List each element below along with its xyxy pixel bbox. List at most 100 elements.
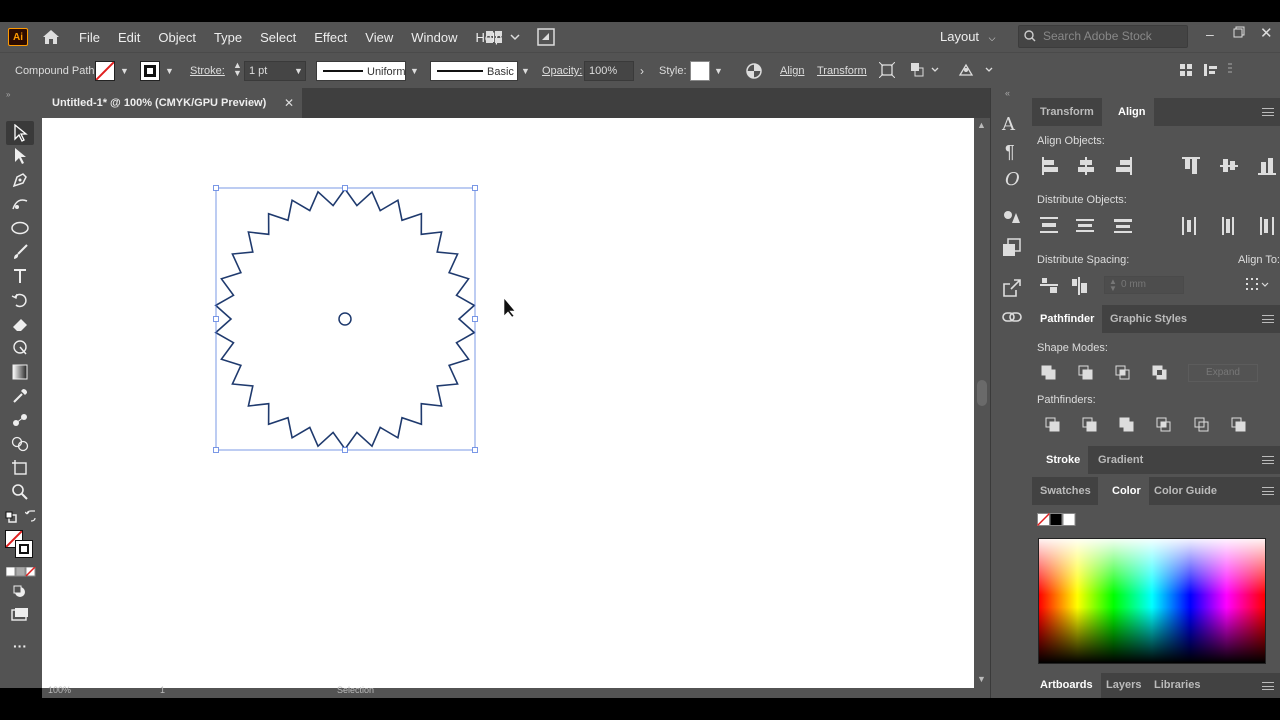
panel-menu-icon[interactable] (1262, 456, 1274, 464)
workspace-switcher[interactable]: Layout ⌵ (940, 29, 996, 44)
menu-window[interactable]: Window (402, 30, 466, 45)
type-tool-icon[interactable] (9, 266, 31, 286)
asset-export-icon[interactable] (1002, 238, 1022, 261)
blend-tool-icon[interactable] (9, 410, 31, 430)
zoom-level[interactable]: 100% (48, 685, 71, 695)
default-fill-stroke-icon[interactable] (5, 511, 17, 526)
chevron-right-icon[interactable]: › (640, 64, 644, 78)
minimize-icon[interactable]: – (1206, 26, 1214, 42)
export-icon[interactable] (1002, 278, 1022, 301)
tab-layers[interactable]: Layers (1098, 673, 1149, 698)
tab-pathfinder[interactable]: Pathfinder (1032, 305, 1103, 333)
graphic-style-swatch[interactable] (690, 61, 710, 81)
gradient-tool-icon[interactable] (9, 362, 31, 382)
panel-menu-icon[interactable] (1262, 315, 1274, 323)
tab-transform[interactable]: Transform (1032, 98, 1102, 126)
chevron-down-icon[interactable]: ▼ (714, 66, 723, 76)
eyedropper-tool-icon[interactable] (9, 386, 31, 406)
home-icon[interactable] (40, 27, 62, 47)
stroke-label[interactable]: Stroke: (190, 65, 225, 77)
scroll-up-icon[interactable]: ▲ (977, 120, 986, 130)
tab-color-guide[interactable]: Color Guide (1146, 477, 1225, 505)
chevron-down-icon[interactable]: ▼ (165, 66, 174, 76)
menu-select[interactable]: Select (251, 30, 305, 45)
brush-definition[interactable]: Basic (430, 61, 518, 81)
starburst-shape[interactable] (214, 187, 476, 451)
pen-tool-icon[interactable] (9, 170, 31, 190)
drawing-mode-icon[interactable] (9, 582, 31, 602)
selection-tool-icon[interactable] (6, 121, 34, 145)
stroke-swatch[interactable] (140, 61, 160, 81)
selection-handles[interactable] (213, 185, 478, 453)
expand-panels-icon[interactable]: « (1005, 88, 1010, 98)
links-panel-icon[interactable] (1002, 310, 1022, 327)
close-icon[interactable]: ✕ (284, 88, 294, 118)
opacity-label[interactable]: Opacity: (542, 65, 582, 77)
tab-artboards[interactable]: Artboards (1032, 673, 1101, 698)
vertical-scrollbar[interactable]: ▲ ▼ (974, 118, 990, 688)
color-spectrum[interactable] (1038, 538, 1266, 664)
tab-color[interactable]: Color (1098, 477, 1149, 505)
chevron-down-icon[interactable]: ▼ (120, 66, 129, 76)
opacity-field[interactable]: 100% (584, 61, 634, 81)
swap-fill-stroke-icon[interactable] (24, 510, 37, 525)
tab-libraries[interactable]: Libraries (1146, 673, 1208, 698)
distribute-objects-buttons[interactable] (1038, 215, 1278, 237)
chevron-down-icon[interactable]: ▼ (410, 66, 419, 76)
symbols-panel-icon[interactable] (1002, 208, 1022, 231)
stock-search-input[interactable]: Search Adobe Stock (1018, 25, 1188, 48)
menu-view[interactable]: View (356, 30, 402, 45)
restore-icon[interactable] (1233, 26, 1245, 41)
paintbrush-tool-icon[interactable] (9, 242, 31, 262)
tab-graphic-styles[interactable]: Graphic Styles (1102, 305, 1195, 333)
artboard-tool-icon[interactable] (9, 458, 31, 478)
tab-stroke[interactable]: Stroke (1032, 446, 1089, 474)
tab-align[interactable]: Align (1102, 98, 1154, 126)
stepper-icon[interactable]: ▲ ▼ (233, 61, 242, 78)
color-mode-icons[interactable] (5, 566, 36, 580)
isolate-icon[interactable] (878, 61, 896, 81)
align-objects-buttons[interactable] (1038, 156, 1278, 178)
zoom-tool-icon[interactable] (9, 482, 31, 502)
chevron-down-icon[interactable]: ▼ (521, 66, 530, 76)
rotate-tool-icon[interactable] (9, 290, 31, 310)
artboard-number[interactable]: 1 (160, 685, 165, 695)
selection-bounding-box[interactable] (215, 187, 476, 451)
direct-selection-tool-icon[interactable] (9, 146, 31, 166)
scroll-thumb[interactable] (977, 380, 987, 406)
shape-modes-buttons[interactable] (1040, 364, 1180, 382)
arrange-documents-icon[interactable] (486, 30, 522, 47)
panel-menu-icon[interactable] (1262, 682, 1274, 690)
ellipse-tool-icon[interactable] (9, 218, 31, 238)
screen-mode-icon[interactable] (9, 604, 31, 624)
align-link[interactable]: Align (780, 65, 804, 77)
chevron-down-icon[interactable]: ▼ (294, 66, 303, 76)
recolor-artwork-icon[interactable] (745, 62, 763, 83)
panel-menu-icon[interactable] (1262, 108, 1274, 116)
collapse-icon[interactable]: » (6, 90, 10, 99)
artboard-canvas[interactable] (42, 118, 974, 688)
more-tools-icon[interactable]: ··· (9, 636, 31, 656)
align-to-selection-icon[interactable] (1244, 276, 1272, 294)
gpu-preview-icon[interactable] (537, 28, 555, 49)
free-transform-tool-icon[interactable] (9, 338, 31, 358)
menu-effect[interactable]: Effect (305, 30, 356, 45)
menu-type[interactable]: Type (205, 30, 251, 45)
expand-button[interactable]: Expand (1188, 364, 1258, 382)
close-icon[interactable]: ✕ (1260, 24, 1273, 42)
tab-swatches[interactable]: Swatches (1032, 477, 1099, 505)
paragraph-panel-icon[interactable]: ¶ (1005, 142, 1015, 163)
variable-width-profile[interactable]: Uniform (316, 61, 406, 81)
menu-file[interactable]: File (70, 30, 109, 45)
arrange-icon[interactable] (910, 62, 940, 81)
transform-link[interactable]: Transform (817, 65, 867, 77)
quick-color-swatches[interactable] (1037, 513, 1077, 527)
curvature-tool-icon[interactable] (9, 194, 31, 214)
distribute-spacing-buttons[interactable] (1038, 275, 1098, 297)
puppet-warp-icon[interactable] (958, 62, 994, 81)
stroke-indicator[interactable] (15, 540, 33, 558)
shape-builder-tool-icon[interactable] (9, 434, 31, 454)
scroll-down-icon[interactable]: ▼ (977, 674, 986, 684)
pathfinders-buttons[interactable] (1044, 416, 1254, 434)
menu-object[interactable]: Object (149, 30, 205, 45)
